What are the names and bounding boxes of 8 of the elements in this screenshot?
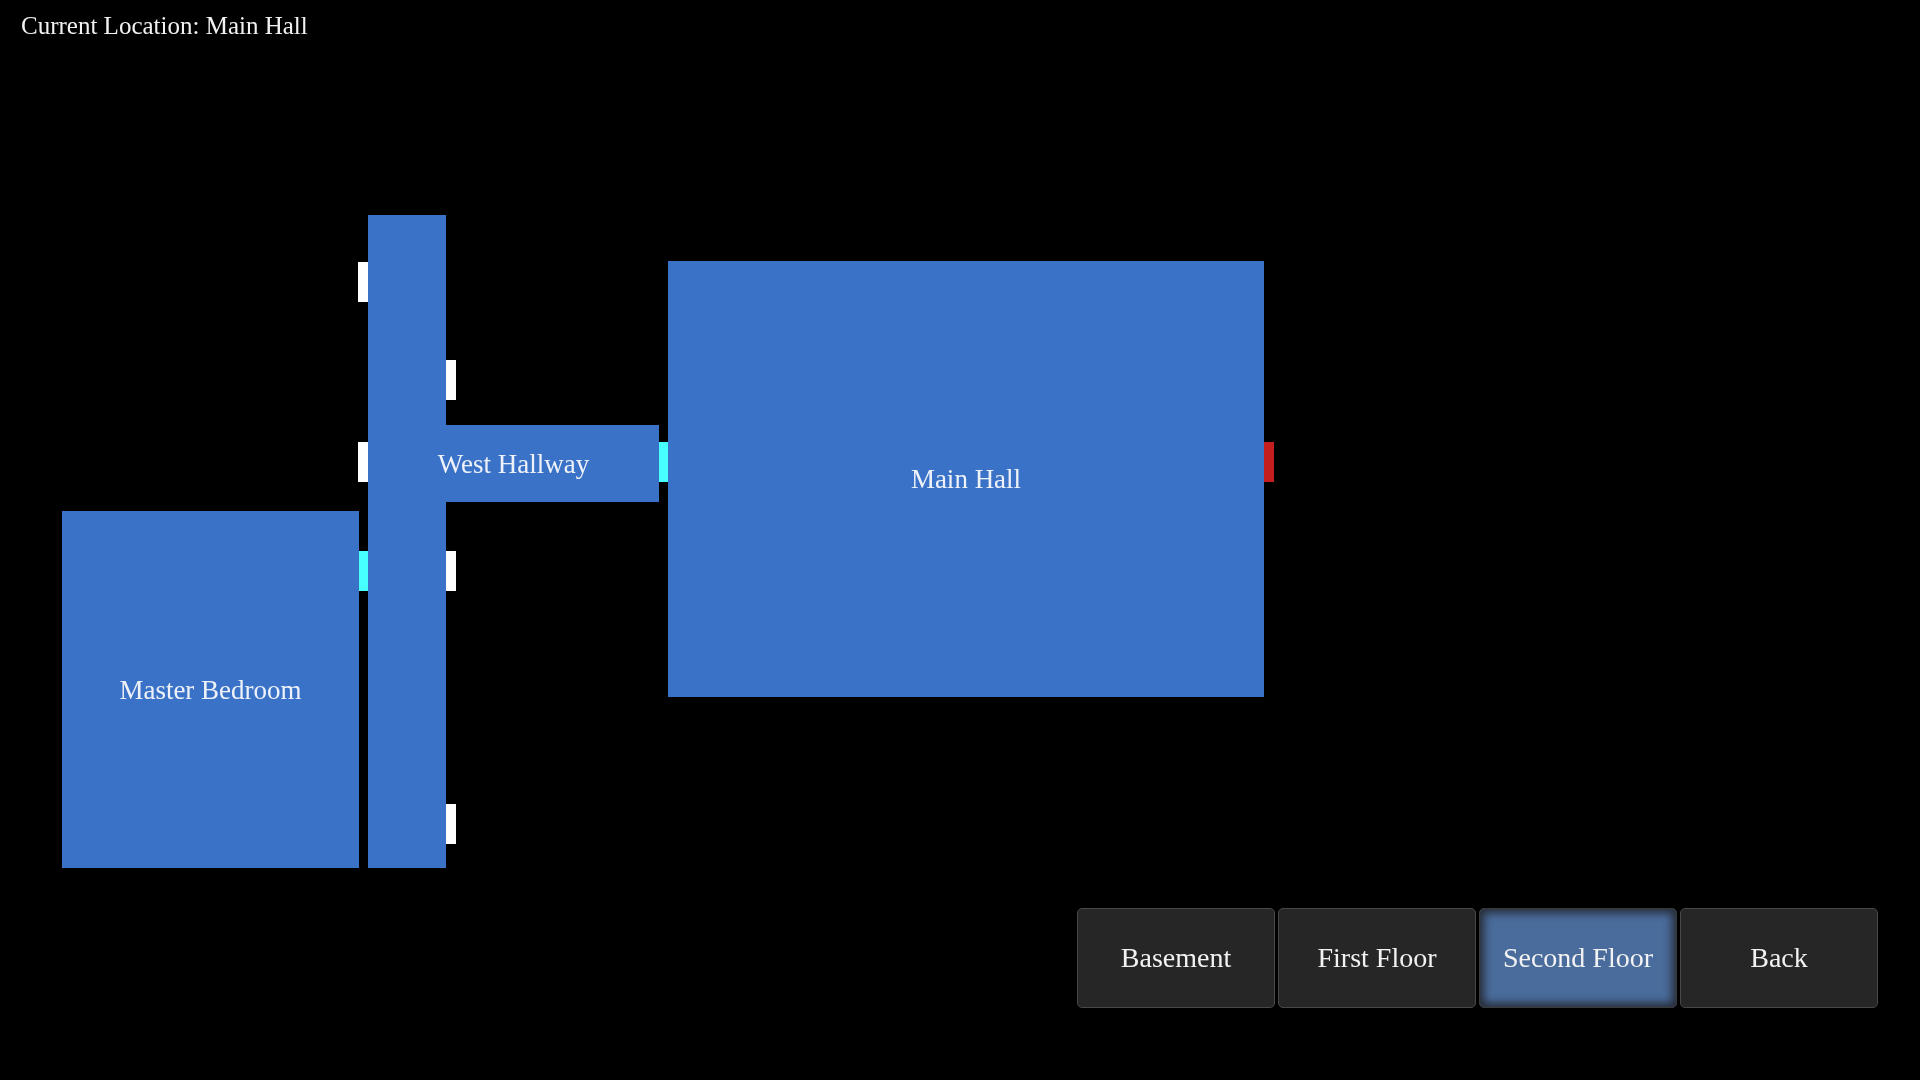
back-button[interactable]: Back: [1680, 908, 1878, 1008]
room-label: Main Hall: [910, 463, 1022, 495]
current-location-label: Current Location: Main Hall: [21, 12, 308, 39]
room-label: West Hallway: [437, 447, 590, 480]
floor-tab[interactable]: Second Floor: [1479, 908, 1677, 1008]
room-label: Master Bedroom: [119, 673, 302, 706]
floor-tab[interactable]: First Floor: [1278, 908, 1476, 1008]
floor-tab[interactable]: Basement: [1077, 908, 1275, 1008]
